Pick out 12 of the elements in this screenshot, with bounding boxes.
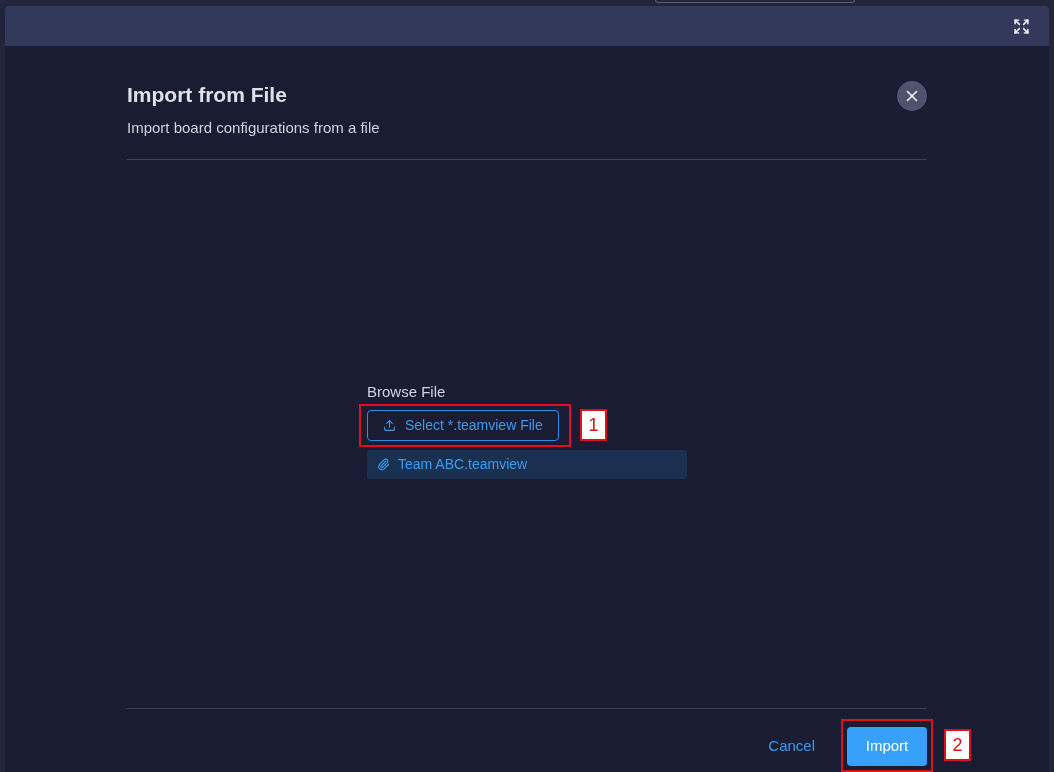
dialog-subtitle: Import board configurations from a file bbox=[127, 118, 380, 138]
callout-number: 1 bbox=[580, 409, 607, 441]
close-button[interactable] bbox=[897, 81, 927, 111]
upload-icon bbox=[383, 419, 396, 432]
cancel-button[interactable]: Cancel bbox=[768, 734, 815, 758]
paperclip-icon bbox=[377, 458, 390, 471]
expand-icon[interactable] bbox=[1013, 17, 1030, 35]
callout-number: 2 bbox=[944, 729, 971, 761]
browse-label: Browse File bbox=[367, 381, 447, 402]
select-file-button[interactable]: Select *.teamview File bbox=[367, 410, 559, 441]
dialog-title: Import from File bbox=[127, 82, 288, 108]
attached-file[interactable]: Team ABC.teamview bbox=[367, 450, 687, 479]
